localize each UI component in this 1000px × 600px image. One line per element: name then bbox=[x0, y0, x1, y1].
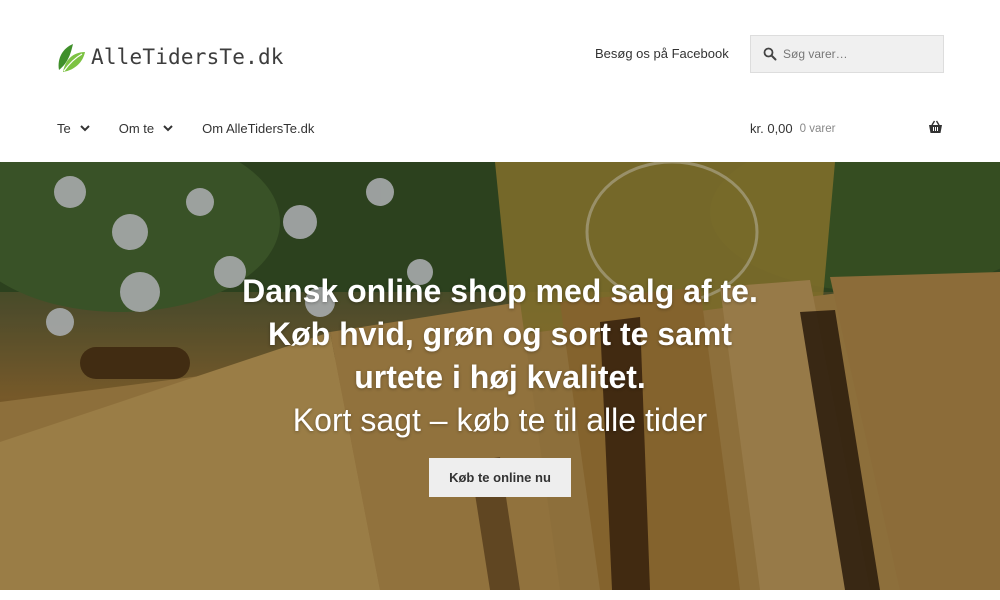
nav-item-label: Om te bbox=[118, 121, 155, 136]
shop-tea-button[interactable]: Køb te online nu bbox=[429, 458, 571, 497]
site-header: AlleTidersTe.dk Besøg os på Facebook Te … bbox=[0, 0, 1000, 162]
hero-subtitle: Kort sagt – køb te til alle tider bbox=[292, 402, 708, 438]
hero-title: Dansk online shop med salg af te. Køb hv… bbox=[242, 273, 758, 395]
search-input[interactable] bbox=[783, 47, 933, 61]
facebook-link[interactable]: Besøg os på Facebook bbox=[595, 46, 729, 61]
leaf-icon bbox=[58, 44, 85, 72]
cart-summary[interactable]: kr. 0,00 0 varer bbox=[750, 120, 944, 136]
cart-amount: kr. 0,00 bbox=[750, 121, 793, 136]
nav-item-om-alletiderste[interactable]: Om AlleTidersTe.dk bbox=[202, 121, 314, 136]
chevron-down-icon bbox=[163, 125, 173, 132]
search-box bbox=[750, 35, 944, 73]
basket-icon[interactable] bbox=[928, 120, 943, 134]
chevron-down-icon bbox=[80, 125, 90, 132]
main-nav: Te Om te Om AlleTidersTe.dk bbox=[57, 121, 343, 136]
nav-item-label: Om AlleTidersTe.dk bbox=[202, 121, 315, 136]
site-logo[interactable]: AlleTidersTe.dk bbox=[55, 38, 284, 76]
cart-count: 0 varer bbox=[799, 122, 836, 135]
hero-banner: Dansk online shop med salg af te. Køb hv… bbox=[0, 162, 1000, 590]
nav-item-te[interactable]: Te bbox=[57, 121, 90, 136]
nav-item-label: Te bbox=[57, 121, 71, 136]
search-icon bbox=[763, 47, 777, 61]
hero-content: Dansk online shop med salg af te. Køb hv… bbox=[0, 270, 1000, 497]
nav-item-om-te[interactable]: Om te bbox=[119, 121, 173, 136]
logo-text: AlleTidersTe.dk bbox=[91, 45, 284, 69]
